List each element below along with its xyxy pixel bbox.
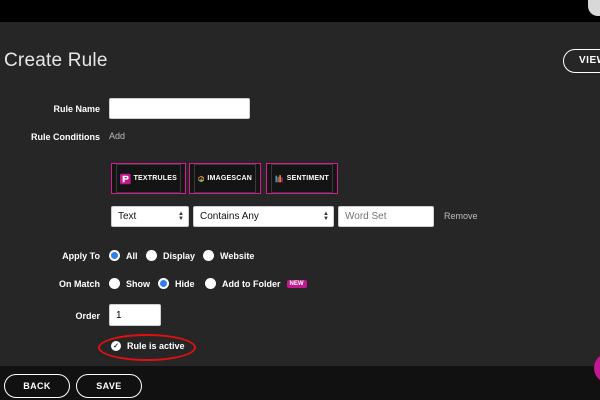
apply-to-all-option[interactable]: All — [109, 250, 138, 261]
on-match-show-label: Show — [126, 278, 150, 289]
operator-select-value: Contains Any — [200, 211, 259, 222]
back-button[interactable]: BACK — [4, 374, 70, 398]
engine-sentiment-button[interactable]: SENTIMENT — [266, 163, 338, 194]
radio-unchecked-icon[interactable] — [109, 278, 120, 289]
engine-imagescan-label: IMAGESCAN — [207, 175, 252, 182]
radio-checked-icon[interactable] — [109, 250, 120, 261]
radio-unchecked-icon[interactable] — [146, 250, 157, 261]
sentiment-icon — [275, 174, 283, 182]
on-match-add-to-folder-option[interactable]: Add to Folder NEW — [205, 278, 307, 289]
on-match-show-option[interactable]: Show — [109, 278, 150, 289]
save-button[interactable]: SAVE — [76, 374, 142, 398]
word-set-input[interactable] — [338, 206, 434, 227]
textrules-icon — [120, 173, 131, 184]
view-button[interactable]: VIEW — [563, 49, 600, 73]
apply-to-all-label: All — [126, 250, 138, 261]
highlight-annotation — [98, 334, 196, 361]
top-bar — [0, 0, 600, 22]
imagescan-icon — [198, 175, 204, 182]
add-condition-link[interactable]: Add — [109, 131, 125, 141]
apply-to-website-option[interactable]: Website — [203, 250, 254, 261]
engine-textrules-button[interactable]: TEXTRULES — [111, 163, 186, 194]
engine-sentiment-label: SENTIMENT — [286, 175, 329, 182]
rule-name-label: Rule Name — [53, 104, 100, 114]
on-match-label: On Match — [58, 279, 100, 289]
engine-imagescan-button[interactable]: IMAGESCAN — [189, 163, 261, 194]
on-match-hide-option[interactable]: Hide — [158, 278, 195, 289]
rule-name-input[interactable] — [109, 98, 250, 119]
field-select[interactable]: Text ▲ ▼ — [111, 206, 189, 227]
select-arrows-icon: ▲ ▼ — [323, 211, 329, 222]
apply-to-display-label: Display — [163, 250, 196, 261]
page-title: Create Rule — [4, 50, 108, 71]
new-badge: NEW — [286, 279, 307, 288]
radio-checked-icon[interactable] — [158, 278, 169, 289]
on-match-hide-label: Hide — [175, 278, 195, 289]
field-select-value: Text — [118, 211, 137, 222]
radio-unchecked-icon[interactable] — [203, 250, 214, 261]
on-match-add-to-folder-label: Add to Folder — [222, 278, 281, 289]
operator-select[interactable]: Contains Any ▲ ▼ — [193, 206, 334, 227]
remove-condition-link[interactable]: Remove — [444, 211, 478, 221]
radio-unchecked-icon[interactable] — [205, 278, 216, 289]
select-arrows-icon: ▲ ▼ — [178, 211, 184, 222]
order-label: Order — [75, 311, 100, 321]
apply-to-label: Apply To — [62, 251, 100, 261]
order-input[interactable] — [109, 304, 161, 326]
rule-conditions-label: Rule Conditions — [31, 132, 100, 142]
engine-textrules-label: TEXTRULES — [133, 175, 177, 182]
apply-to-display-option[interactable]: Display — [146, 250, 195, 261]
apply-to-website-label: Website — [220, 250, 255, 261]
